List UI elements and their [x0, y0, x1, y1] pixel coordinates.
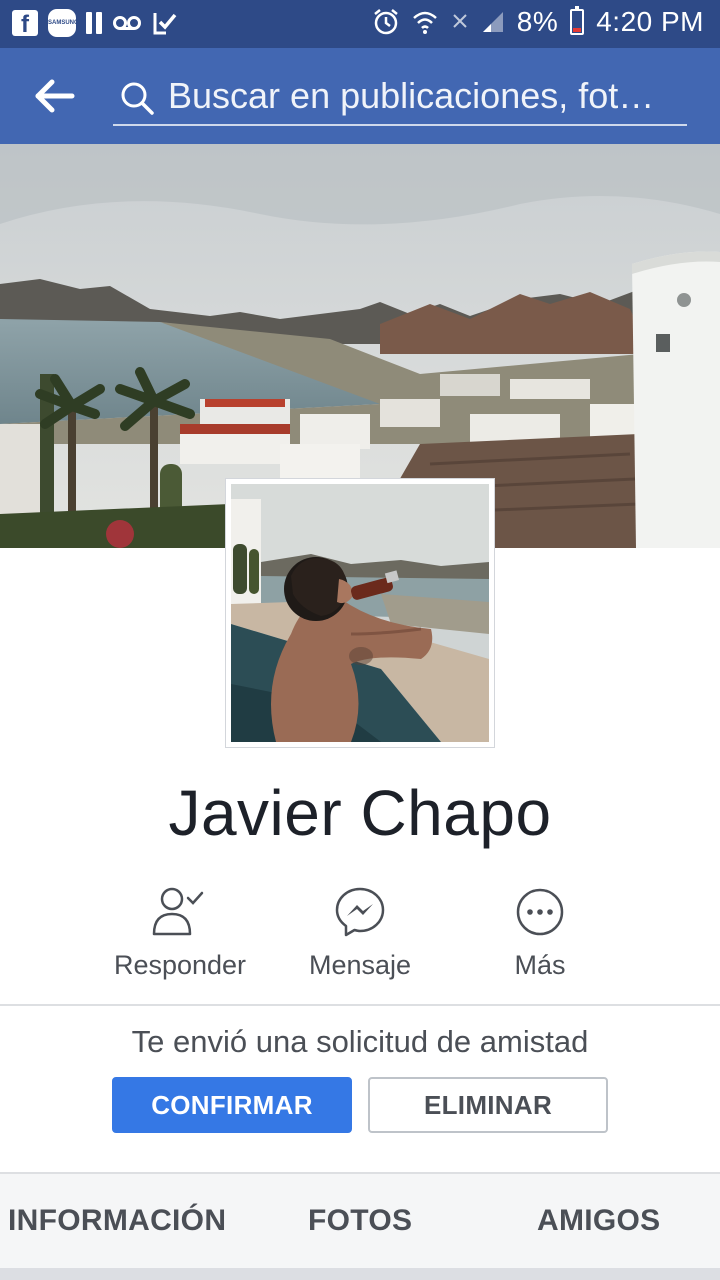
voicemail-icon	[113, 16, 141, 30]
battery-percent: 8%	[516, 6, 559, 37]
search-input[interactable]	[168, 72, 683, 120]
wifi-icon	[412, 11, 437, 34]
profile-picture-image	[231, 484, 489, 742]
status-bar: f SAMSUNG 8% 4:20 PM	[0, 0, 720, 48]
search-bar[interactable]	[113, 70, 687, 126]
back-button[interactable]	[30, 74, 80, 118]
status-left-icons: f SAMSUNG	[12, 9, 178, 37]
tab-information[interactable]: INFORMACIÓN	[8, 1204, 226, 1238]
profile-picture[interactable]	[225, 478, 495, 748]
message-label: Mensaje	[308, 950, 412, 980]
more-icon	[516, 888, 564, 936]
profile-actions: Responder Mensaje Más	[0, 886, 720, 986]
respond-button[interactable]: Responder	[90, 886, 270, 986]
no-signal-icon	[453, 14, 467, 28]
battery-icon	[570, 6, 585, 35]
tab-photos[interactable]: FOTOS	[308, 1204, 412, 1238]
message-button[interactable]: Mensaje	[270, 886, 450, 986]
profile-tabs: INFORMACIÓN FOTOS AMIGOS	[0, 1174, 720, 1270]
search-icon	[121, 82, 154, 115]
pause-icon	[86, 12, 102, 34]
more-label: Más	[514, 950, 566, 980]
tabs-bottom-edge	[0, 1268, 720, 1280]
confirm-button[interactable]: CONFIRMAR	[112, 1077, 352, 1133]
app-bar	[0, 48, 720, 144]
clock: 4:20 PM	[596, 6, 704, 37]
signal-icon	[482, 12, 503, 32]
more-button[interactable]: Más	[450, 886, 630, 986]
friend-request-text: Te envió una solicitud de amistad	[131, 1024, 589, 1059]
messenger-icon	[335, 887, 385, 937]
samsung-app-icon: SAMSUNG	[48, 9, 79, 37]
tab-friends[interactable]: AMIGOS	[537, 1204, 660, 1238]
delete-button[interactable]: ELIMINAR	[368, 1077, 608, 1133]
divider	[0, 1004, 720, 1006]
profile-name: Javier Chapo	[168, 777, 552, 849]
back-arrow-icon	[35, 79, 75, 113]
friend-respond-icon	[152, 887, 204, 936]
status-right-icons: 8% 4:20 PM	[373, 6, 704, 38]
alarm-icon	[373, 9, 398, 35]
facebook-notification-icon: f	[12, 10, 38, 36]
respond-label: Responder	[113, 950, 247, 980]
checklist-icon	[153, 13, 177, 35]
